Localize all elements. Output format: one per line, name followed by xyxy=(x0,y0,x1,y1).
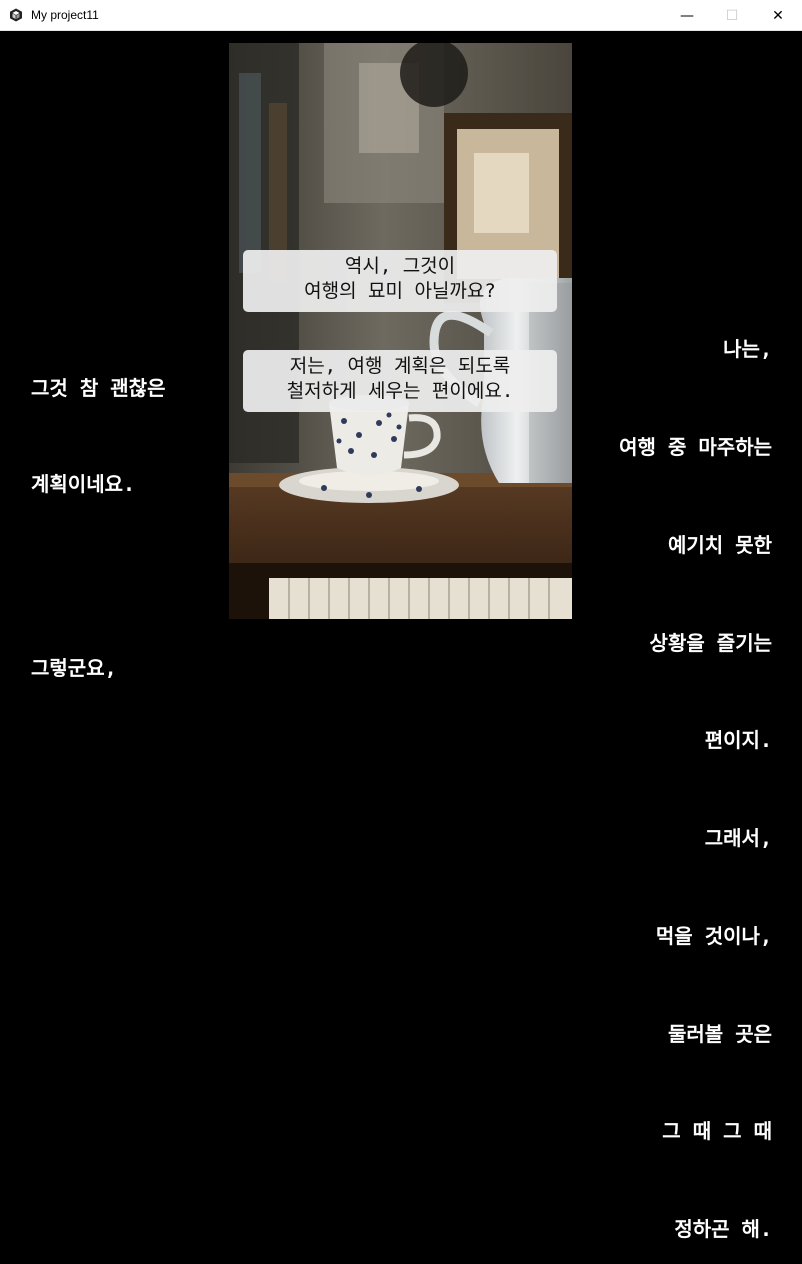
right-line: 그래서, xyxy=(704,826,772,851)
left-line: 그것 참 괜찮은 xyxy=(31,376,166,400)
window-titlebar[interactable]: My project11 — ☐ ✕ xyxy=(0,0,802,31)
app-cube-icon xyxy=(10,8,22,22)
maximize-button[interactable]: ☐ xyxy=(709,0,755,31)
cafe-scene-image xyxy=(229,43,572,619)
right-line: 먹을 것이나, xyxy=(655,923,772,948)
left-line: 계획이네요. xyxy=(31,472,136,496)
right-line: 그 때 그 때 xyxy=(662,1119,772,1144)
right-line: 편이지. xyxy=(704,728,772,753)
close-icon: ✕ xyxy=(772,7,784,24)
minimize-button[interactable]: — xyxy=(664,0,710,31)
close-button[interactable]: ✕ xyxy=(755,0,801,31)
game-viewport[interactable]: 역시, 그것이 여행의 묘미 아닐까요? 저는, 여행 계획은 되도록 철저하게… xyxy=(0,31,802,1241)
left-line: 그렇군요, xyxy=(31,656,117,680)
maximize-icon: ☐ xyxy=(725,7,739,24)
right-line: 정하곤 해. xyxy=(674,1217,772,1242)
right-line: 상황을 즐기는 xyxy=(649,630,772,655)
right-line: 나는, xyxy=(723,337,772,362)
right-line: 예기치 못한 xyxy=(667,532,772,557)
right-line: 여행 중 마주하는 xyxy=(619,434,772,459)
right-dialogue: 나는, 여행 중 마주하는 예기치 못한 상황을 즐기는 편이지. 그래서, 먹… xyxy=(619,268,772,1264)
left-dialogue: 그것 참 괜찮은 계획이네요. 그렇군요, xyxy=(31,308,165,748)
minimize-icon: — xyxy=(680,7,694,24)
right-line: 둘러볼 곳은 xyxy=(667,1021,772,1046)
window-title: My project11 xyxy=(31,8,99,22)
